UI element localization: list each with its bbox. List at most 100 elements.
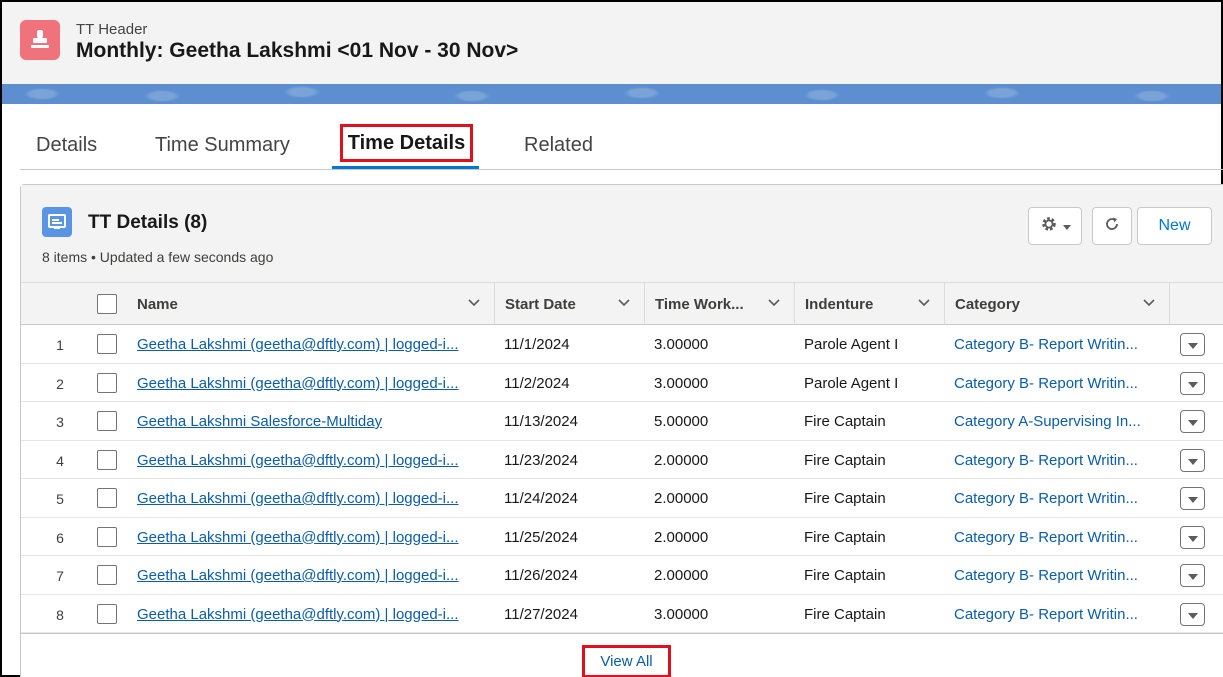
category-link[interactable]: Category A-Supervising In... <box>954 413 1159 430</box>
column-header-time-worked[interactable]: Time Work... <box>644 283 795 325</box>
column-header-name[interactable]: Name <box>127 283 495 325</box>
active-tab-indicator <box>332 166 479 169</box>
table-row: 7 Geetha Lakshmi (geetha@dftly.com) | lo… <box>21 556 1223 595</box>
name-link[interactable]: Geetha Lakshmi Salesforce-Multiday <box>137 413 487 430</box>
chevron-down-icon[interactable] <box>767 296 781 314</box>
row-checkbox[interactable] <box>97 334 117 354</box>
column-header-indenture[interactable]: Indenture <box>794 283 945 325</box>
category-link[interactable]: Category B- Report Writin... <box>954 606 1159 623</box>
row-checkbox[interactable] <box>97 449 117 470</box>
chevron-down-icon <box>1187 375 1198 392</box>
name-link[interactable]: Geetha Lakshmi (geetha@dftly.com) | logg… <box>137 567 487 584</box>
start-date-cell: 11/23/2024 <box>504 451 578 469</box>
row-checkbox[interactable] <box>97 372 117 393</box>
row-actions-button[interactable] <box>1180 333 1205 356</box>
card-meta: 8 items • Updated a few seconds ago <box>42 249 274 265</box>
category-link[interactable]: Category B- Report Writin... <box>954 452 1159 469</box>
column-label: Start Date <box>505 295 576 313</box>
row-actions-button[interactable] <box>1180 564 1205 587</box>
card-footer: View All <box>21 633 1223 677</box>
indenture-cell: Parole Agent I <box>804 336 899 353</box>
start-date-cell: 11/27/2024 <box>504 605 578 623</box>
start-date-cell: 11/13/2024 <box>504 413 578 430</box>
name-link[interactable]: Geetha Lakshmi (geetha@dftly.com) | logg… <box>137 375 487 392</box>
time-worked-cell: 2.00000 <box>654 451 709 469</box>
card-title[interactable]: TT Details (8) <box>88 212 207 234</box>
refresh-icon <box>1104 216 1120 237</box>
row-checkbox[interactable] <box>97 603 117 624</box>
column-header-actions <box>1169 283 1223 325</box>
column-header-start-date[interactable]: Start Date <box>494 283 645 325</box>
row-checkbox[interactable] <box>97 526 117 547</box>
indenture-cell: Fire Captain <box>804 413 886 430</box>
column-label: Time Work... <box>655 295 744 313</box>
indenture-cell: Fire Captain <box>804 605 886 623</box>
row-checkbox[interactable] <box>97 565 117 585</box>
stamp-icon <box>20 20 60 60</box>
tab-time-details[interactable]: Time Details <box>332 124 479 171</box>
new-button[interactable]: New <box>1137 207 1212 245</box>
chevron-down-icon <box>1187 567 1198 584</box>
row-number: 8 <box>56 606 64 623</box>
record-header: TT Header Monthly: Geetha Lakshmi <01 No… <box>2 2 1221 84</box>
start-date-cell: 11/24/2024 <box>504 490 578 507</box>
related-list-card: TT Details (8) 8 items • Updated a few s… <box>20 184 1223 677</box>
chevron-down-icon <box>1187 490 1198 507</box>
row-number: 5 <box>56 491 64 507</box>
refresh-button[interactable] <box>1092 207 1132 245</box>
list-icon <box>42 207 72 237</box>
chevron-down-icon <box>1187 413 1198 430</box>
table-row: 5 Geetha Lakshmi (geetha@dftly.com) | lo… <box>21 479 1223 518</box>
row-number: 4 <box>56 452 64 469</box>
tab-related[interactable]: Related <box>524 134 593 157</box>
tab-details[interactable]: Details <box>36 134 97 157</box>
category-link[interactable]: Category B- Report Writin... <box>954 490 1159 507</box>
record-title: Monthly: Geetha Lakshmi <01 Nov - 30 Nov… <box>76 39 519 62</box>
indenture-cell: Fire Captain <box>804 490 886 507</box>
tab-time-summary[interactable]: Time Summary <box>155 134 290 157</box>
row-actions-button[interactable] <box>1180 487 1205 510</box>
name-link[interactable]: Geetha Lakshmi (geetha@dftly.com) | logg… <box>137 606 487 623</box>
name-link[interactable]: Geetha Lakshmi (geetha@dftly.com) | logg… <box>137 452 487 469</box>
category-link[interactable]: Category B- Report Writin... <box>954 567 1159 584</box>
row-checkbox[interactable] <box>97 488 117 508</box>
row-actions-button[interactable] <box>1180 410 1205 433</box>
row-actions-button[interactable] <box>1180 448 1205 472</box>
name-link[interactable]: Geetha Lakshmi (geetha@dftly.com) | logg… <box>137 529 487 546</box>
name-link[interactable]: Geetha Lakshmi (geetha@dftly.com) | logg… <box>137 336 487 353</box>
decorative-banner <box>2 84 1221 104</box>
category-link[interactable]: Category B- Report Writin... <box>954 336 1159 353</box>
chevron-down-icon[interactable] <box>917 296 931 314</box>
settings-menu-button[interactable] <box>1028 207 1082 245</box>
time-worked-cell: 3.00000 <box>654 374 709 392</box>
chevron-down-icon[interactable] <box>467 296 481 314</box>
indenture-cell: Fire Captain <box>804 451 886 469</box>
start-date-cell: 11/1/2024 <box>504 336 570 353</box>
column-label: Name <box>137 295 178 313</box>
object-type-label: TT Header <box>76 21 148 38</box>
row-actions-button[interactable] <box>1180 602 1205 626</box>
start-date-cell: 11/25/2024 <box>504 528 578 546</box>
chevron-down-icon <box>1187 606 1198 623</box>
chevron-down-icon[interactable] <box>617 296 631 314</box>
row-checkbox[interactable] <box>97 411 117 431</box>
tab-time-details-label: Time Details <box>340 124 473 162</box>
table-row: 3 Geetha Lakshmi Salesforce-Multiday 11/… <box>21 402 1223 441</box>
time-worked-cell: 2.00000 <box>654 567 709 584</box>
table-row: 6 Geetha Lakshmi (geetha@dftly.com) | lo… <box>21 518 1223 556</box>
row-number: 2 <box>56 375 64 392</box>
view-all-link[interactable]: View All <box>582 645 671 677</box>
row-actions-button[interactable] <box>1180 525 1205 549</box>
chevron-down-icon <box>1187 452 1198 469</box>
category-link[interactable]: Category B- Report Writin... <box>954 529 1159 546</box>
table-header: Name Start Date Time Work... Indenture C… <box>21 283 1223 325</box>
table-row: 2 Geetha Lakshmi (geetha@dftly.com) | lo… <box>21 364 1223 402</box>
time-worked-cell: 5.00000 <box>654 413 709 430</box>
chevron-down-icon[interactable] <box>1142 296 1156 314</box>
name-link[interactable]: Geetha Lakshmi (geetha@dftly.com) | logg… <box>137 490 487 507</box>
select-all-checkbox[interactable] <box>97 294 117 314</box>
row-actions-button[interactable] <box>1180 371 1205 395</box>
category-link[interactable]: Category B- Report Writin... <box>954 375 1159 392</box>
column-header-category[interactable]: Category <box>944 283 1170 325</box>
chevron-down-icon <box>1187 529 1198 546</box>
